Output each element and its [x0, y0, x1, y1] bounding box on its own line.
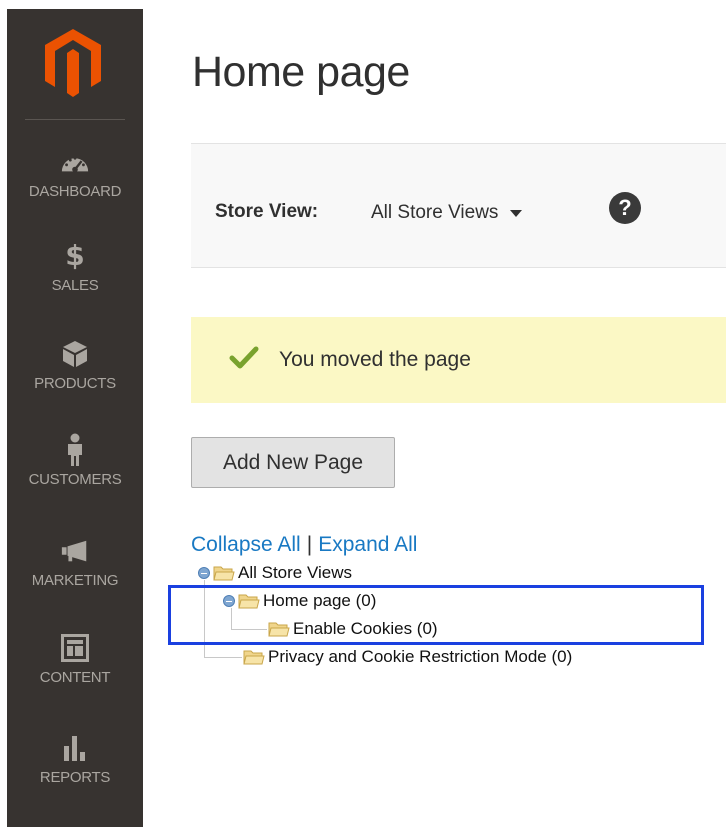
success-message-text: You moved the page — [279, 348, 471, 371]
tree-connector — [204, 657, 242, 658]
expand-all-link[interactable]: Expand All — [318, 533, 417, 556]
help-icon[interactable]: ? — [609, 192, 641, 224]
sidebar-item-label: PRODUCTS — [34, 375, 116, 392]
tree-node-all-store-views[interactable]: All Store Views — [198, 563, 352, 583]
collapse-all-link[interactable]: Collapse All — [191, 533, 301, 556]
sidebar-item-content[interactable]: CONTENT — [7, 633, 143, 723]
store-view-dropdown[interactable]: All Store Views — [371, 202, 523, 224]
sidebar-item-label: SALES — [51, 277, 99, 294]
sidebar-item-label: CONTENT — [39, 669, 111, 686]
folder-icon — [268, 622, 290, 637]
store-view-bar: Store View: All Store Views ? — [191, 143, 726, 268]
megaphone-icon — [60, 536, 90, 566]
folder-icon — [213, 566, 235, 581]
sidebar-item-customers[interactable]: CUSTOMERS — [7, 433, 143, 525]
dashboard-icon — [60, 147, 90, 177]
tree-connector — [204, 580, 205, 658]
checkmark-icon — [229, 345, 259, 371]
sidebar-item-reports[interactable]: REPORTS — [7, 733, 143, 823]
collapse-toggle-icon[interactable] — [223, 595, 235, 607]
tree-node-enable-cookies[interactable]: Enable Cookies (0) — [268, 619, 438, 639]
store-view-label: Store View: — [215, 201, 319, 222]
success-message: You moved the page — [191, 317, 726, 403]
collapse-toggle-icon[interactable] — [198, 567, 210, 579]
tree-node-privacy-cookie[interactable]: Privacy and Cookie Restriction Mode (0) — [243, 647, 572, 667]
bar-chart-icon — [60, 733, 90, 763]
sidebar-item-label: REPORTS — [39, 769, 111, 786]
sidebar-item-dashboard[interactable]: DASHBOARD — [7, 147, 143, 237]
tree-node-label: Privacy and Cookie Restriction Mode (0) — [268, 647, 573, 666]
sidebar-divider — [25, 119, 125, 120]
tree-node-label: Enable Cookies (0) — [293, 619, 438, 638]
tree-controls: Collapse All | Expand All — [191, 533, 417, 557]
box-icon — [60, 339, 90, 369]
add-new-page-button[interactable]: Add New Page — [191, 437, 395, 488]
dollar-glyph: $ — [65, 239, 85, 272]
tree-controls-separator: | — [306, 533, 313, 556]
sidebar-item-label: DASHBOARD — [28, 183, 122, 200]
sidebar-item-sales[interactable]: $ SALES — [7, 241, 143, 331]
tree-connector — [231, 608, 232, 630]
folder-icon — [238, 594, 260, 609]
tree-node-label: Home page (0) — [263, 591, 377, 610]
person-icon — [60, 433, 90, 466]
magento-logo-icon[interactable] — [43, 27, 103, 97]
sidebar-item-products[interactable]: PRODUCTS — [7, 339, 143, 429]
sidebar-item-label: MARKETING — [31, 572, 119, 589]
page-title: Home page — [192, 48, 410, 96]
admin-sidebar: DASHBOARD $ SALES PRODUCTS CUSTOMERS MAR… — [7, 9, 143, 827]
dollar-icon: $ — [60, 241, 90, 271]
caret-down-icon — [510, 209, 523, 217]
tree-node-home-page[interactable]: Home page (0) — [223, 591, 376, 611]
store-view-selected: All Store Views — [371, 202, 499, 223]
layout-icon — [60, 633, 90, 663]
tree-node-label: All Store Views — [238, 563, 353, 582]
sidebar-item-marketing[interactable]: MARKETING — [7, 536, 143, 626]
folder-icon — [243, 650, 265, 665]
tree-connector — [231, 629, 267, 630]
sidebar-item-label: CUSTOMERS — [28, 471, 122, 488]
